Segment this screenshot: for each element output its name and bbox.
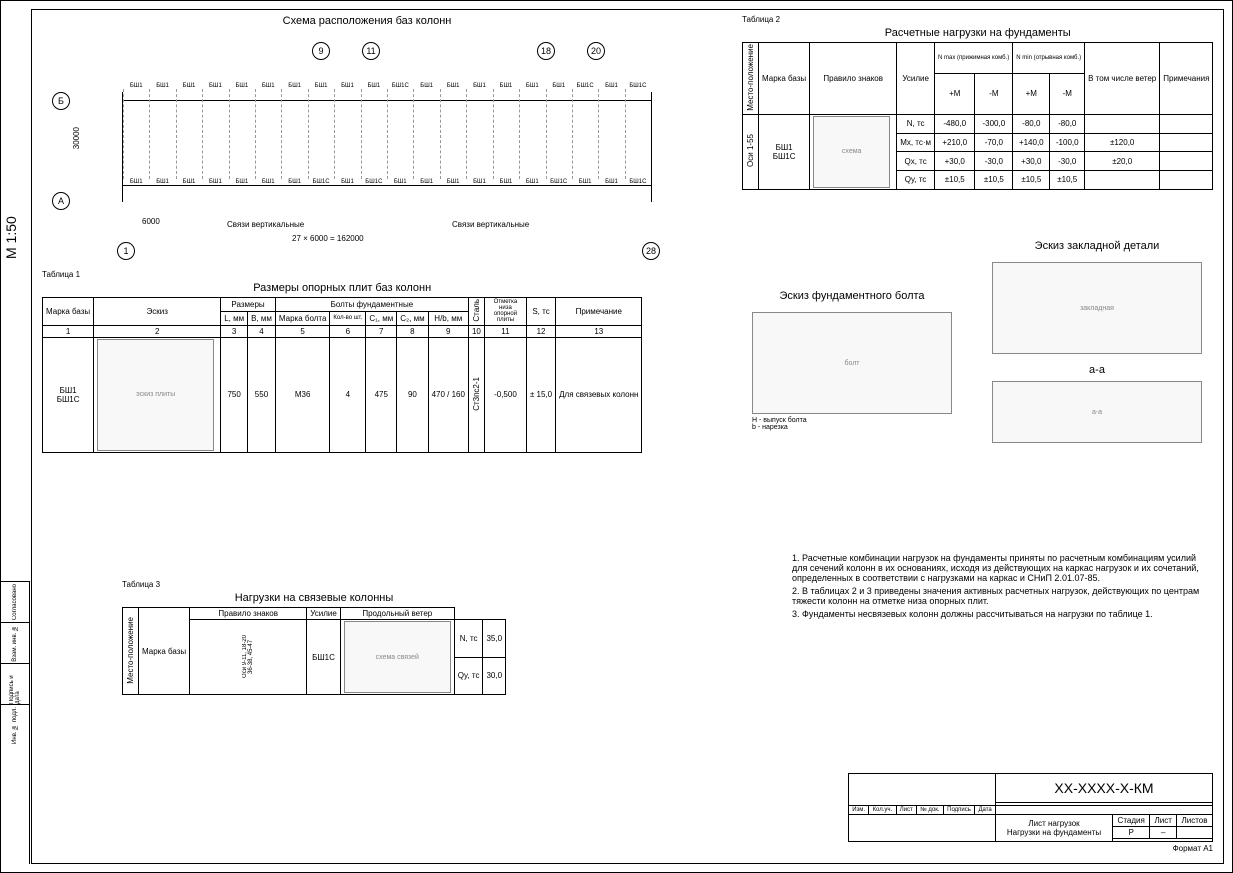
t2-grid: Место-положение Марка базы Правило знако… bbox=[742, 42, 1213, 190]
t3-grid: Место-положение Марка базы Правило знако… bbox=[122, 607, 506, 695]
title-block: ХХ-ХХХХ-Х-КМ Изм.Кол.уч.Лист№ док.Подпис… bbox=[848, 773, 1213, 853]
table2: Таблица 2 Расчетные нагрузки на фундамен… bbox=[742, 15, 1213, 190]
t1-label: Таблица 1 bbox=[42, 270, 642, 279]
notes: 1. Расчетные комбинации нагрузок на фунд… bbox=[792, 550, 1202, 622]
inner-frame: Схема расположения баз колонн Б А 9 11 1… bbox=[31, 9, 1224, 864]
sidebar-cell: Взам. инв. № bbox=[12, 625, 18, 662]
dim-h: 6000 bbox=[142, 217, 160, 226]
drawing-sheet: М 1:50 Согласовано Взам. инв. № Подпись … bbox=[0, 0, 1233, 873]
axis-letter: А bbox=[52, 192, 70, 210]
sheet-desc: Лист нагрузок Нагрузки на фундаменты bbox=[996, 815, 1113, 842]
t2-label: Таблица 2 bbox=[742, 15, 1213, 24]
axis-num: 18 bbox=[537, 42, 555, 60]
t1-sketch-icon: эскиз плиты bbox=[97, 339, 214, 451]
t3-title: Нагрузки на связевые колонны bbox=[122, 592, 506, 604]
bolt-legend: H - выпуск болта b - нарезка bbox=[752, 417, 952, 431]
axis-num: 9 bbox=[312, 42, 330, 60]
brace-label: Связи вертикальные bbox=[227, 220, 304, 229]
t1-grid: Марка базыЭскиз РазмерыБолты фундаментны… bbox=[42, 297, 642, 453]
bolt-icon: болт bbox=[752, 312, 952, 414]
det-title: Эскиз закладной детали bbox=[992, 240, 1202, 252]
span: 27 × 6000 = 162000 bbox=[292, 234, 364, 243]
scale-label: М 1:50 bbox=[3, 216, 19, 259]
axis-num: 28 bbox=[642, 242, 660, 260]
sidebar-cell: Подпись и дата bbox=[9, 664, 21, 704]
section-icon: а-а bbox=[992, 381, 1202, 443]
note: 3. Фундаменты несвязевых колонн должны р… bbox=[792, 609, 1202, 619]
dim-v: 30000 bbox=[72, 127, 81, 149]
detail-icon: закладная bbox=[992, 262, 1202, 354]
axis-num: 11 bbox=[362, 42, 380, 60]
t1-title: Размеры опорных плит баз колонн bbox=[42, 282, 642, 294]
table1: Таблица 1 Размеры опорных плит баз колон… bbox=[42, 270, 642, 453]
sidebar-cell: Согласовано bbox=[12, 584, 18, 620]
scheme: Схема расположения баз колонн Б А 9 11 1… bbox=[52, 15, 682, 252]
axis-num: 20 bbox=[587, 42, 605, 60]
detail-sketch: Эскиз закладной детали закладная а-а а-а bbox=[992, 240, 1202, 443]
bolt-title: Эскиз фундаментного болта bbox=[752, 290, 952, 302]
t3-sketch-icon: схема связей bbox=[344, 621, 451, 693]
table3: Таблица 3 Нагрузки на связевые колонны М… bbox=[122, 580, 506, 695]
t2-title: Расчетные нагрузки на фундаменты bbox=[742, 27, 1213, 39]
bolt-sketch: Эскиз фундаментного болта болт H - выпус… bbox=[752, 290, 952, 431]
axis-letter: Б bbox=[52, 92, 70, 110]
section-label: а-а bbox=[992, 364, 1202, 376]
scheme-title: Схема расположения баз колонн bbox=[52, 15, 682, 27]
format: Формат А1 bbox=[848, 844, 1213, 853]
grid-icon: БШ1БШ1БШ1БШ1БШ1БШ1БШ1БШ1БШ1БШ1БШ1СБШ1БШ1… bbox=[122, 92, 652, 202]
drawing-code: ХХ-ХХХХ-Х-КМ bbox=[996, 774, 1213, 803]
axis-num: 1 bbox=[117, 242, 135, 260]
note: 2. В таблицах 2 и 3 приведены значения а… bbox=[792, 586, 1202, 606]
sidebar-cell: Инв. № подл. bbox=[12, 707, 18, 744]
left-sidebar: Согласовано Взам. инв. № Подпись и дата … bbox=[1, 581, 30, 864]
t3-label: Таблица 3 bbox=[122, 580, 506, 589]
brace-label: Связи вертикальные bbox=[452, 220, 529, 229]
note: 1. Расчетные комбинации нагрузок на фунд… bbox=[792, 553, 1202, 583]
